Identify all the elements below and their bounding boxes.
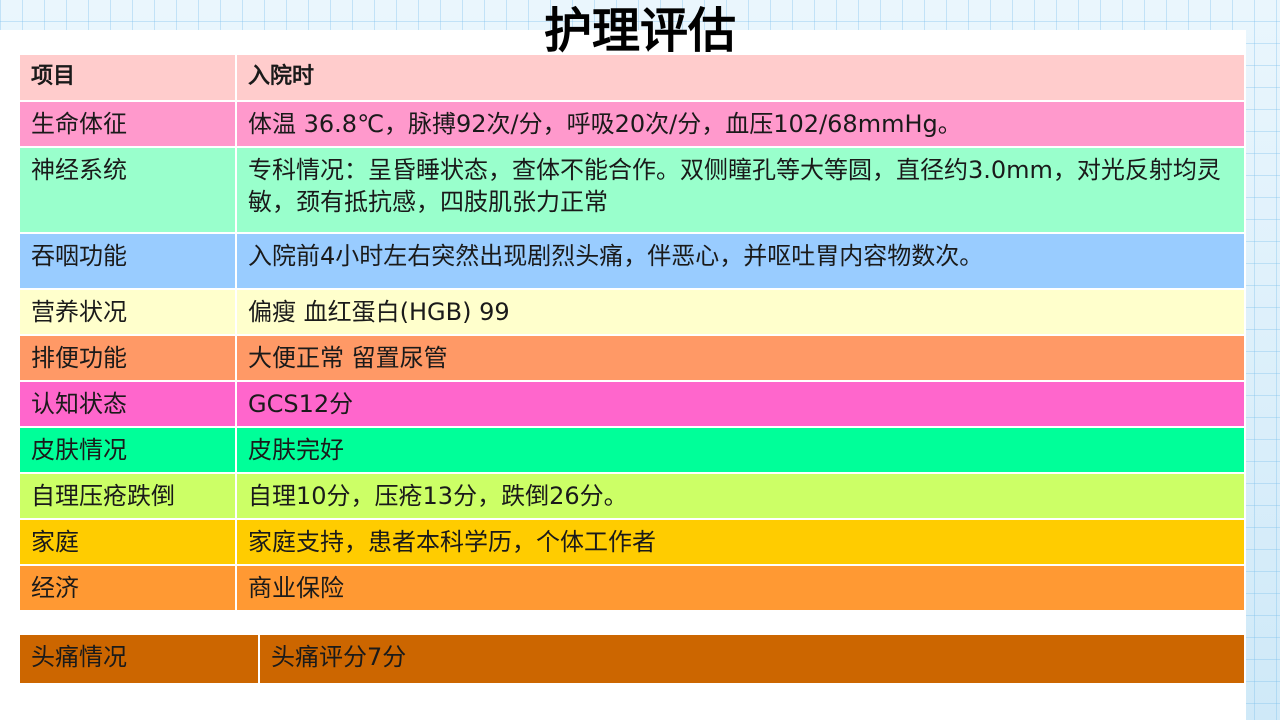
row-value: 家庭支持，患者本科学历，个体工作者 bbox=[236, 519, 1246, 566]
table-header-row: 项目 入院时 bbox=[20, 55, 1246, 102]
assessment-table: 项目 入院时 生命体征 体温 36.8℃，脉搏92次/分，呼吸20次/分，血压1… bbox=[20, 55, 1246, 612]
table-row: 认知状态 GCS12分 bbox=[20, 381, 1246, 428]
row-value: 头痛评分7分 bbox=[259, 635, 1246, 683]
table-row: 排便功能 大便正常 留置尿管 bbox=[20, 335, 1246, 382]
row-value: GCS12分 bbox=[236, 381, 1246, 428]
table-row: 生命体征 体温 36.8℃，脉搏92次/分，呼吸20次/分，血压102/68mm… bbox=[20, 101, 1246, 148]
pain-table: 头痛情况 头痛评分7分 bbox=[20, 635, 1246, 683]
row-label: 吞咽功能 bbox=[20, 233, 237, 290]
row-value: 自理10分，压疮13分，跌倒26分。 bbox=[236, 473, 1246, 520]
row-value: 商业保险 bbox=[236, 565, 1246, 612]
row-value: 皮肤完好 bbox=[236, 427, 1246, 474]
table-row: 家庭 家庭支持，患者本科学历，个体工作者 bbox=[20, 519, 1246, 566]
row-label: 自理压疮跌倒 bbox=[20, 473, 237, 520]
table-row: 吞咽功能 入院前4小时左右突然出现剧烈头痛，伴恶心，并呕吐胃内容物数次。 bbox=[20, 233, 1246, 290]
row-label: 排便功能 bbox=[20, 335, 237, 382]
table-row: 头痛情况 头痛评分7分 bbox=[20, 635, 1246, 683]
row-label: 头痛情况 bbox=[20, 635, 260, 683]
page-title: 护理评估 bbox=[543, 3, 736, 59]
row-value: 大便正常 留置尿管 bbox=[236, 335, 1246, 382]
table-row: 皮肤情况 皮肤完好 bbox=[20, 427, 1246, 474]
row-value: 专科情况：呈昏睡状态，查体不能合作。双侧瞳孔等大等圆，直径约3.0mm，对光反射… bbox=[236, 147, 1246, 234]
table-row: 自理压疮跌倒 自理10分，压疮13分，跌倒26分。 bbox=[20, 473, 1246, 520]
header-admission: 入院时 bbox=[236, 55, 1246, 102]
row-label: 营养状况 bbox=[20, 289, 237, 336]
row-label: 皮肤情况 bbox=[20, 427, 237, 474]
row-label: 认知状态 bbox=[20, 381, 237, 428]
row-value: 偏瘦 血红蛋白(HGB) 99 bbox=[236, 289, 1246, 336]
row-value: 体温 36.8℃，脉搏92次/分，呼吸20次/分，血压102/68mmHg。 bbox=[236, 101, 1246, 148]
header-item: 项目 bbox=[20, 55, 237, 102]
row-label: 生命体征 bbox=[20, 101, 237, 148]
table-row: 经济 商业保险 bbox=[20, 565, 1246, 612]
row-label: 神经系统 bbox=[20, 147, 237, 234]
row-label: 家庭 bbox=[20, 519, 237, 566]
row-label: 经济 bbox=[20, 565, 237, 612]
table-row: 神经系统 专科情况：呈昏睡状态，查体不能合作。双侧瞳孔等大等圆，直径约3.0mm… bbox=[20, 147, 1246, 234]
table-row: 营养状况 偏瘦 血红蛋白(HGB) 99 bbox=[20, 289, 1246, 336]
row-value: 入院前4小时左右突然出现剧烈头痛，伴恶心，并呕吐胃内容物数次。 bbox=[236, 233, 1246, 290]
